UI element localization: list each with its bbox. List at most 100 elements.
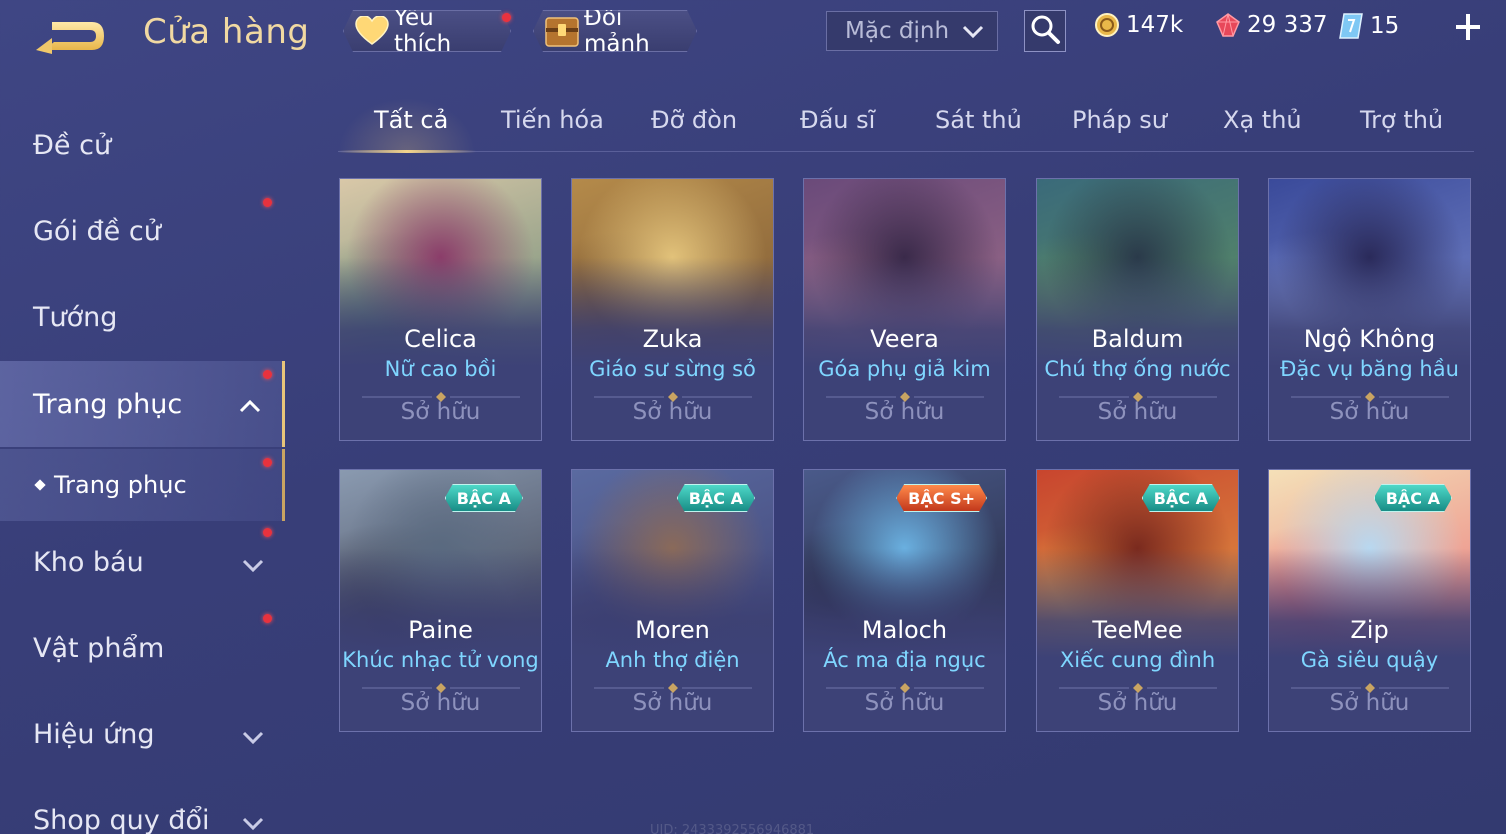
- tab-mage[interactable]: Pháp sư: [1072, 106, 1167, 134]
- skin-name: Khúc nhạc tử vong: [342, 648, 539, 672]
- tab-evolution[interactable]: Tiến hóa: [501, 106, 604, 134]
- sidebar-item-items[interactable]: Vật phẩm: [0, 605, 285, 691]
- notification-dot: [263, 458, 272, 467]
- notification-dot: [263, 198, 272, 207]
- ornament-divider: [1059, 387, 1217, 402]
- add-currency-button[interactable]: [1452, 10, 1484, 44]
- skin-name: Giáo sư sừng sỏ: [589, 357, 756, 381]
- ornament-divider: [1291, 387, 1449, 402]
- ornament-divider: [1059, 678, 1217, 693]
- back-arrow-icon[interactable]: [30, 14, 114, 60]
- tier-badge: BẬC S+: [896, 484, 987, 512]
- sidebar-item-label: Gói đề cử: [33, 215, 161, 247]
- notification-dot: [263, 370, 272, 379]
- hero-name: Baldum: [1091, 325, 1184, 353]
- sidebar-item-recommended[interactable]: Đề cử: [0, 102, 285, 188]
- sidebar-item-label: Hiệu ứng: [33, 718, 155, 750]
- exchange-fragments-button[interactable]: Đổi mảnh: [533, 10, 697, 52]
- sort-dropdown[interactable]: Mặc định: [826, 11, 998, 51]
- sidebar-item-label: Đề cử: [33, 129, 112, 161]
- search-icon: [1029, 13, 1061, 49]
- hero-name: Veera: [870, 325, 939, 353]
- sidebar-item-heroes[interactable]: Tướng: [0, 274, 285, 360]
- skin-card[interactable]: BẬC A Paine Khúc nhạc tử vong Sở hữu: [339, 469, 542, 732]
- sidebar-item-label: Vật phẩm: [33, 632, 165, 664]
- sidebar-item-treasure[interactable]: Kho báu: [0, 519, 285, 605]
- skin-card[interactable]: Zuka Giáo sư sừng sỏ Sở hữu: [571, 178, 774, 441]
- search-button[interactable]: [1024, 10, 1066, 52]
- sidebar-subitem-label: Trang phục: [54, 471, 187, 499]
- skin-card[interactable]: BẬC A Moren Anh thợ điện Sở hữu: [571, 469, 774, 732]
- sidebar-item-recommended-packs[interactable]: Gói đề cử: [0, 188, 285, 274]
- voucher-icon: [1338, 12, 1364, 40]
- category-tabs: Tất cả Tiến hóa Đỡ đòn Đấu sĩ Sát thủ Ph…: [338, 98, 1474, 153]
- ownership-status: Sở hữu: [1097, 690, 1178, 716]
- sidebar: Đề cử Gói đề cử Tướng Trang phục Trang p…: [0, 100, 290, 834]
- skin-card[interactable]: BẬC A TeeMee Xiếc cung đình Sở hữu: [1036, 469, 1239, 732]
- tab-tank[interactable]: Đỡ đòn: [651, 106, 737, 134]
- tab-marksman[interactable]: Xạ thủ: [1223, 106, 1302, 134]
- ornament-divider: [362, 387, 520, 402]
- heart-icon: [354, 16, 390, 46]
- treasure-chest-icon: [544, 14, 580, 48]
- tab-assassin[interactable]: Sát thủ: [935, 106, 1022, 134]
- skin-name: Xiếc cung đình: [1059, 648, 1216, 672]
- sidebar-item-effects[interactable]: Hiệu ứng: [0, 691, 285, 777]
- tab-support[interactable]: Trợ thủ: [1360, 106, 1443, 134]
- ornament-divider: [594, 678, 752, 693]
- ownership-status: Sở hữu: [1097, 399, 1178, 425]
- ownership-status: Sở hữu: [400, 399, 481, 425]
- sidebar-item-label: Trang phục: [33, 388, 183, 420]
- sort-selected-value: Mặc định: [845, 18, 950, 44]
- ornament-divider: [826, 678, 984, 693]
- skin-name: Chú thợ ống nước: [1044, 357, 1231, 381]
- ornament-divider: [1291, 678, 1449, 693]
- tab-fighter[interactable]: Đấu sĩ: [800, 106, 875, 134]
- ownership-status: Sở hữu: [864, 399, 945, 425]
- hero-name: Paine: [408, 616, 473, 644]
- exchange-label: Đổi mảnh: [584, 5, 650, 57]
- ornament-divider: [594, 387, 752, 402]
- skin-card[interactable]: BẬC A Zip Gà siêu quậy Sở hữu: [1268, 469, 1471, 732]
- skin-card[interactable]: Ngộ Không Đặc vụ băng hầu Sở hữu: [1268, 178, 1471, 441]
- notification-dot: [263, 614, 272, 623]
- hero-name: Maloch: [861, 616, 948, 644]
- voucher-amount: 15: [1370, 13, 1400, 39]
- hero-name: Moren: [635, 616, 710, 644]
- hero-name: TeeMee: [1092, 616, 1183, 644]
- hero-name: Zuka: [642, 325, 703, 353]
- gold-coin-icon: [1094, 12, 1120, 38]
- gold-amount: 147k: [1126, 12, 1184, 38]
- hero-name: Zip: [1350, 616, 1389, 644]
- skin-card[interactable]: Veera Góa phụ giả kim Sở hữu: [803, 178, 1006, 441]
- skin-name: Nữ cao bồi: [384, 357, 497, 381]
- sidebar-item-label: Kho báu: [33, 546, 144, 578]
- ownership-status: Sở hữu: [864, 690, 945, 716]
- sidebar-subitem-skins[interactable]: Trang phục: [0, 449, 285, 521]
- skin-name: Đặc vụ băng hầu: [1280, 357, 1459, 381]
- sidebar-item-skins[interactable]: Trang phục: [0, 361, 285, 447]
- bullet-icon: [34, 479, 46, 491]
- skin-card[interactable]: Baldum Chú thợ ống nước Sở hữu: [1036, 178, 1239, 441]
- sidebar-item-exchange-shop[interactable]: Shop quy đổi: [0, 777, 285, 834]
- ownership-status: Sở hữu: [400, 690, 481, 716]
- tab-all[interactable]: Tất cả: [374, 106, 448, 134]
- ownership-status: Sở hữu: [1329, 690, 1410, 716]
- sidebar-item-label: Shop quy đổi: [33, 804, 210, 834]
- plus-icon: [1452, 14, 1484, 48]
- ownership-status: Sở hữu: [1329, 399, 1410, 425]
- skin-card[interactable]: Celica Nữ cao bồi Sở hữu: [339, 178, 542, 441]
- tier-badge: BẬC A: [445, 484, 523, 512]
- page-title: Cửa hàng: [143, 12, 310, 52]
- notification-dot: [502, 13, 511, 22]
- favorites-button[interactable]: Yêu thích: [343, 10, 511, 52]
- voucher-currency: 15: [1338, 12, 1399, 40]
- ornament-divider: [362, 678, 520, 693]
- user-id: UID: 2433392556946881: [650, 823, 815, 834]
- top-bar: Cửa hàng Yêu thích Đổi mảnh Mặc định 147…: [0, 0, 1506, 70]
- skin-card[interactable]: BẬC S+ Maloch Ác ma địa ngục Sở hữu: [803, 469, 1006, 732]
- chevron-down-icon: [241, 551, 265, 582]
- ruby-amount: 29 337: [1247, 12, 1328, 38]
- ornament-divider: [826, 387, 984, 402]
- ruby-gem-icon: [1215, 12, 1241, 38]
